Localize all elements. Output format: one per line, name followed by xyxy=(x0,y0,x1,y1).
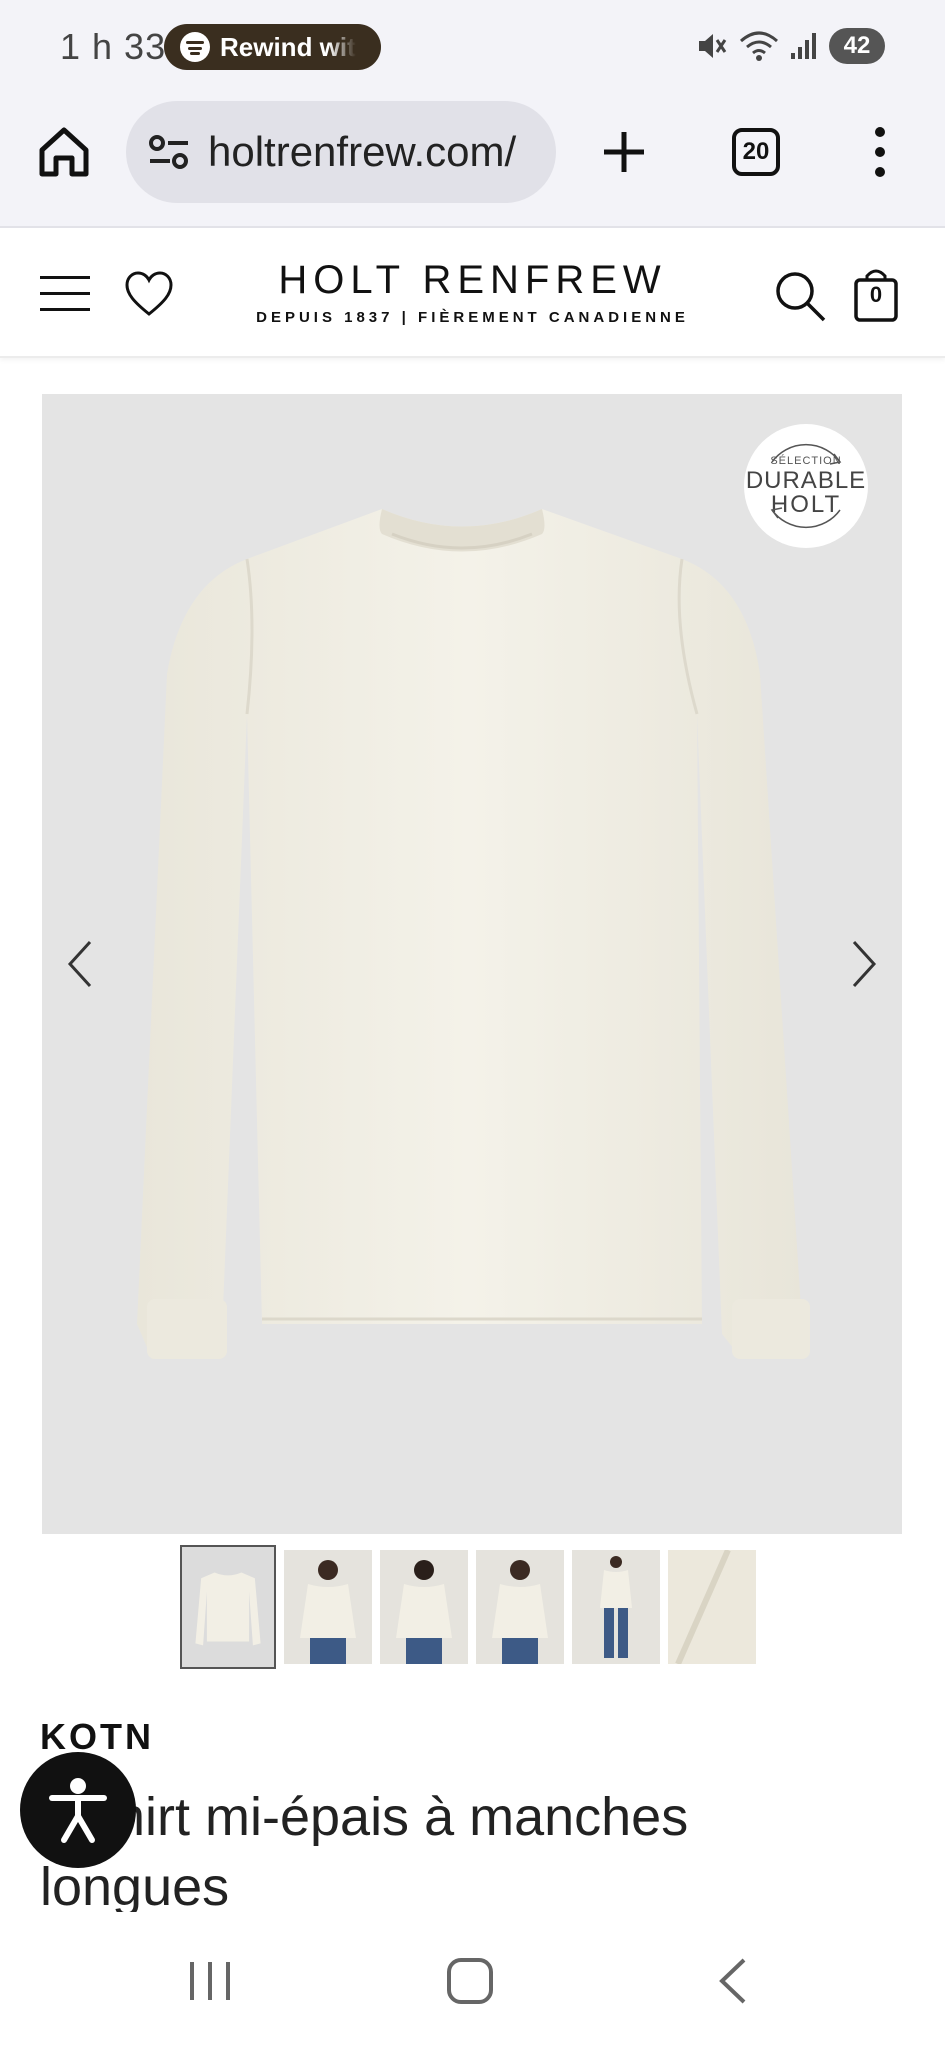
media-label: Rewind wit xyxy=(220,31,356,62)
home-nav-icon[interactable] xyxy=(440,1956,500,2006)
site-settings-icon[interactable] xyxy=(146,129,192,175)
bag-count: 0 xyxy=(869,282,883,307)
thumbnail-3[interactable] xyxy=(380,1550,468,1664)
address-bar[interactable]: holtrenfrew.com/ xyxy=(126,101,556,203)
home-icon[interactable] xyxy=(36,124,92,180)
thumbnail-2[interactable] xyxy=(284,1550,372,1664)
shopping-bag-button[interactable]: 0 xyxy=(852,266,900,324)
system-navigation-bar xyxy=(0,1912,945,2048)
spotify-icon xyxy=(180,32,210,62)
product-main-image[interactable]: SÉLECTION DURABLE HOLT xyxy=(42,394,902,1534)
more-icon[interactable] xyxy=(860,124,900,180)
menu-icon[interactable] xyxy=(40,276,96,314)
battery-indicator: 42 xyxy=(829,28,885,64)
heart-icon[interactable] xyxy=(124,270,174,318)
thumbnail-4[interactable] xyxy=(476,1550,564,1664)
browser-toolbar: holtrenfrew.com/ 20 xyxy=(0,96,945,228)
new-tab-icon[interactable] xyxy=(596,124,652,180)
sustainability-badge: SÉLECTION DURABLE HOLT xyxy=(744,424,868,548)
accessibility-button[interactable] xyxy=(20,1752,136,1868)
thumbnail-1[interactable] xyxy=(180,1545,276,1669)
accessibility-icon xyxy=(49,1778,107,1843)
search-icon[interactable] xyxy=(772,268,828,324)
badge-ring-icon xyxy=(770,443,842,529)
product-photo xyxy=(137,509,810,1359)
product-title: T-shirt mi-épais à manches longues xyxy=(40,1787,689,1917)
signal-icon xyxy=(791,33,816,59)
recent-apps-icon[interactable] xyxy=(180,1956,240,2006)
site-logo[interactable]: HOLT RENFREW DEPUIS 1837 | FIÈREMENT CAN… xyxy=(240,258,705,326)
media-notification-pill[interactable]: Rewind wit xyxy=(164,24,381,70)
thumbnail-6[interactable] xyxy=(668,1550,756,1664)
back-icon[interactable] xyxy=(704,1956,764,2006)
tabs-button[interactable]: 20 xyxy=(732,128,780,176)
status-icons: 42 xyxy=(695,28,885,64)
mute-icon xyxy=(699,34,727,58)
url-text: holtrenfrew.com/ xyxy=(208,128,517,175)
logo-text: HOLT RENFREW xyxy=(278,258,667,302)
next-image-icon[interactable] xyxy=(844,934,884,994)
previous-image-icon[interactable] xyxy=(60,934,100,994)
thumbnail-5[interactable] xyxy=(572,1550,660,1664)
status-time: 1 h 33 xyxy=(60,26,167,67)
logo-tagline: DEPUIS 1837 | FIÈREMENT CANADIENNE xyxy=(256,309,689,326)
wifi-icon xyxy=(740,31,778,61)
thumbnail-strip xyxy=(180,1544,756,1670)
site-header: HOLT RENFREW DEPUIS 1837 | FIÈREMENT CAN… xyxy=(0,230,945,358)
status-bar: 1 h 33 Rewind wit 42 xyxy=(0,0,945,96)
